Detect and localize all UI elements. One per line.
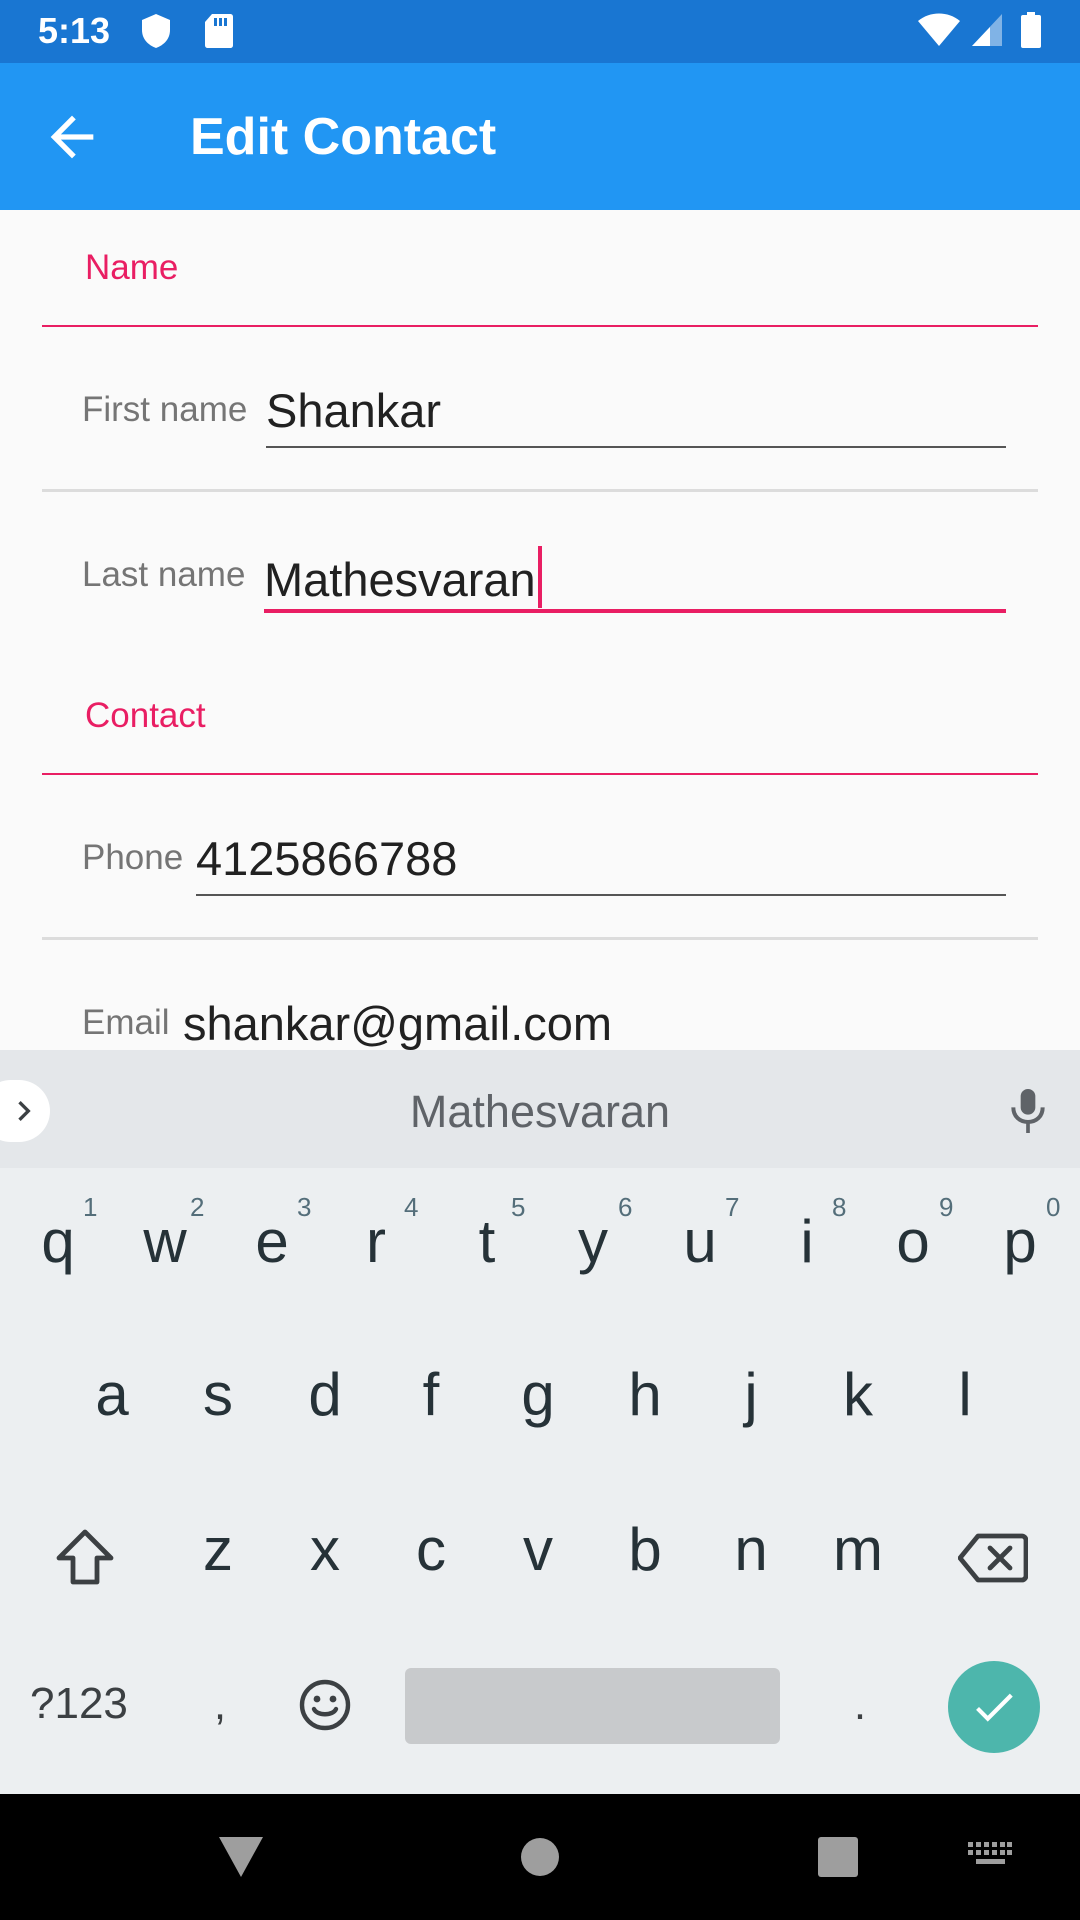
mic-icon [1011,1089,1045,1133]
key-hint-2: 2 [190,1192,205,1222]
key-h[interactable]: h [595,1360,695,1429]
voice-input-button[interactable] [1006,1086,1050,1141]
section-header-name: Name [85,248,179,287]
last-name-label: Last name [82,555,246,594]
home-circle-icon[interactable] [520,1837,560,1877]
recents-square-icon[interactable] [818,1837,858,1877]
key-hint-5: 5 [511,1192,526,1222]
row-divider [42,489,1038,492]
status-right-icons [917,12,1042,48]
key-s[interactable]: s [168,1360,268,1429]
phone-input[interactable]: 4125866788 [196,831,457,886]
sd-card-icon [205,14,234,48]
shift-icon [56,1529,114,1585]
section-divider [42,325,1038,327]
status-bar: 5:13 [0,0,1080,63]
suggestion-word[interactable]: Mathesvaran [0,1086,1080,1138]
key-n[interactable]: n [701,1515,801,1584]
first-name-underline [266,446,1006,448]
shield-icon [142,14,170,48]
backspace-icon [957,1533,1029,1583]
space-key[interactable] [405,1668,780,1744]
shift-key[interactable] [55,1528,115,1591]
section-divider [42,773,1038,775]
last-name-value: Mathesvaran [264,553,536,606]
arrow-back-icon [50,115,94,159]
key-l[interactable]: l [915,1360,1015,1429]
soft-keyboard: Mathesvaran q w e r t y u i o p 1 2 3 4 … [0,1050,1080,1794]
key-x[interactable]: x [275,1515,375,1584]
wifi-icon [918,13,961,46]
phone-label: Phone [82,838,184,877]
key-hint-6: 6 [618,1192,633,1222]
check-icon [976,1693,1013,1722]
email-input[interactable]: shankar@gmail.com [183,996,612,1051]
key-a[interactable]: a [62,1360,162,1429]
key-g[interactable]: g [488,1360,588,1429]
section-header-contact: Contact [85,696,206,735]
symbols-key[interactable]: ?123 [30,1679,128,1729]
back-button[interactable] [40,105,104,169]
key-f[interactable]: f [381,1360,481,1429]
phone-underline [196,894,1006,896]
backspace-key[interactable] [957,1532,1029,1589]
comma-key[interactable]: , [200,1680,240,1730]
page-title: Edit Contact [190,108,497,166]
first-name-input[interactable]: Shankar [266,383,441,438]
key-hint-7: 7 [725,1192,740,1222]
row-divider [42,937,1038,940]
battery-icon [1021,12,1041,48]
period-key[interactable]: . [840,1680,880,1730]
text-cursor [537,546,542,608]
key-hint-0: 0 [1046,1192,1061,1222]
first-name-label: First name [82,390,248,429]
keyboard-switch-icon[interactable] [968,1842,1012,1872]
key-hint-9: 9 [939,1192,954,1222]
emoji-key[interactable] [298,1678,352,1737]
back-triangle-icon[interactable] [218,1836,264,1878]
status-left-icons [140,12,234,50]
key-d[interactable]: d [275,1360,375,1429]
suggestion-strip: Mathesvaran [0,1050,1080,1168]
cell-signal-icon [971,14,1002,46]
key-z[interactable]: z [168,1515,268,1584]
last-name-underline [264,609,1006,613]
done-key[interactable] [948,1661,1040,1753]
key-hint-4: 4 [404,1192,419,1222]
key-hint-3: 3 [297,1192,312,1222]
key-c[interactable]: c [381,1515,481,1584]
key-v[interactable]: v [488,1515,588,1584]
key-j[interactable]: j [701,1360,801,1429]
key-b[interactable]: b [595,1515,695,1584]
navigation-bar [0,1794,1080,1920]
key-hint-8: 8 [832,1192,847,1222]
last-name-input[interactable]: Mathesvaran [264,546,542,608]
status-time: 5:13 [38,10,111,51]
email-label: Email [82,1003,170,1042]
key-m[interactable]: m [808,1515,908,1584]
key-hint-1: 1 [83,1192,98,1222]
emoji-icon [299,1679,351,1731]
app-bar: Edit Contact [0,63,1080,210]
key-k[interactable]: k [808,1360,908,1429]
